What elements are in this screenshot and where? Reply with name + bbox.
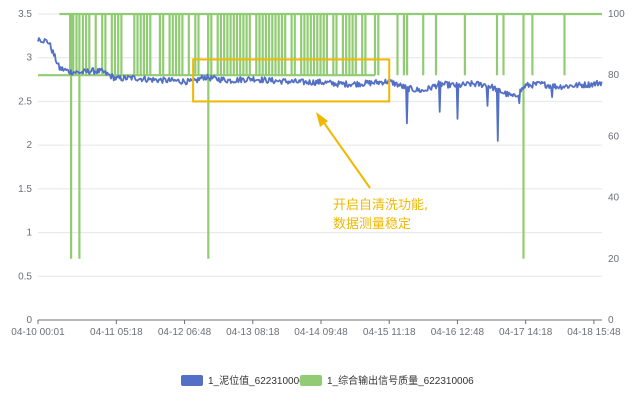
annotation-arrow	[321, 119, 371, 189]
x-tick-label: 04-16 12:48	[431, 327, 485, 338]
left-tick-label: 0.5	[18, 271, 32, 282]
left-tick-label: 2.5	[18, 96, 32, 107]
left-tick-label: 3.5	[18, 9, 32, 20]
x-tick-label: 04-11 05:18	[90, 327, 143, 338]
right-tick-label: 0	[608, 315, 614, 326]
annotation-text-line-1: 开启自清洗功能,	[333, 198, 428, 213]
x-tick-label: 04-12 06:48	[158, 327, 212, 338]
left-tick-label: 1.5	[18, 184, 32, 195]
right-tick-label: 20	[608, 254, 620, 265]
x-tick-label: 04-18 15:48	[567, 327, 621, 338]
annotation-text-line-2: 数据测量稳定	[333, 216, 411, 232]
left-tick-label: 3	[26, 53, 32, 64]
legend[interactable]: 1_泥位值_622310006 1_综合输出信号质量_622310006	[181, 374, 474, 387]
right-tick-label: 80	[608, 70, 620, 81]
legend-swatch-signal-quality[interactable]	[300, 375, 322, 386]
x-tick-label: 04-17 14:18	[499, 327, 553, 338]
left-axis-ticks: 0 0.5 1 1.5 2 2.5 3 3.5	[18, 9, 32, 326]
right-tick-label: 100	[608, 9, 625, 20]
x-tick-label: 04-10 00:01	[11, 327, 65, 338]
legend-label-mud-level[interactable]: 1_泥位值_622310006	[208, 374, 305, 387]
right-tick-label: 40	[608, 193, 620, 204]
left-tick-label: 2	[26, 140, 32, 151]
x-tick-label: 04-14 09:48	[294, 327, 348, 338]
x-axis-ticks: 04-10 00:01 04-11 05:18 04-12 06:48 04-13 0…	[11, 320, 621, 338]
chart: 0 0.5 1 1.5 2 2.5 3 3.5 0 20 40 60 80 100 04-10 00:0…	[11, 9, 625, 387]
x-tick-label: 04-13 08:18	[226, 327, 280, 338]
series-signal-quality	[38, 12, 602, 259]
legend-swatch-mud-level[interactable]	[181, 375, 203, 386]
right-axis-ticks: 0 20 40 60 80 100	[608, 9, 625, 326]
signal-quality-line	[38, 12, 602, 259]
left-tick-label: 1	[26, 228, 32, 239]
left-tick-label: 0	[26, 315, 32, 326]
right-tick-label: 60	[608, 131, 620, 142]
legend-label-signal-quality[interactable]: 1_综合输出信号质量_622310006	[327, 374, 474, 387]
x-tick-label: 04-15 11:18	[363, 327, 416, 338]
